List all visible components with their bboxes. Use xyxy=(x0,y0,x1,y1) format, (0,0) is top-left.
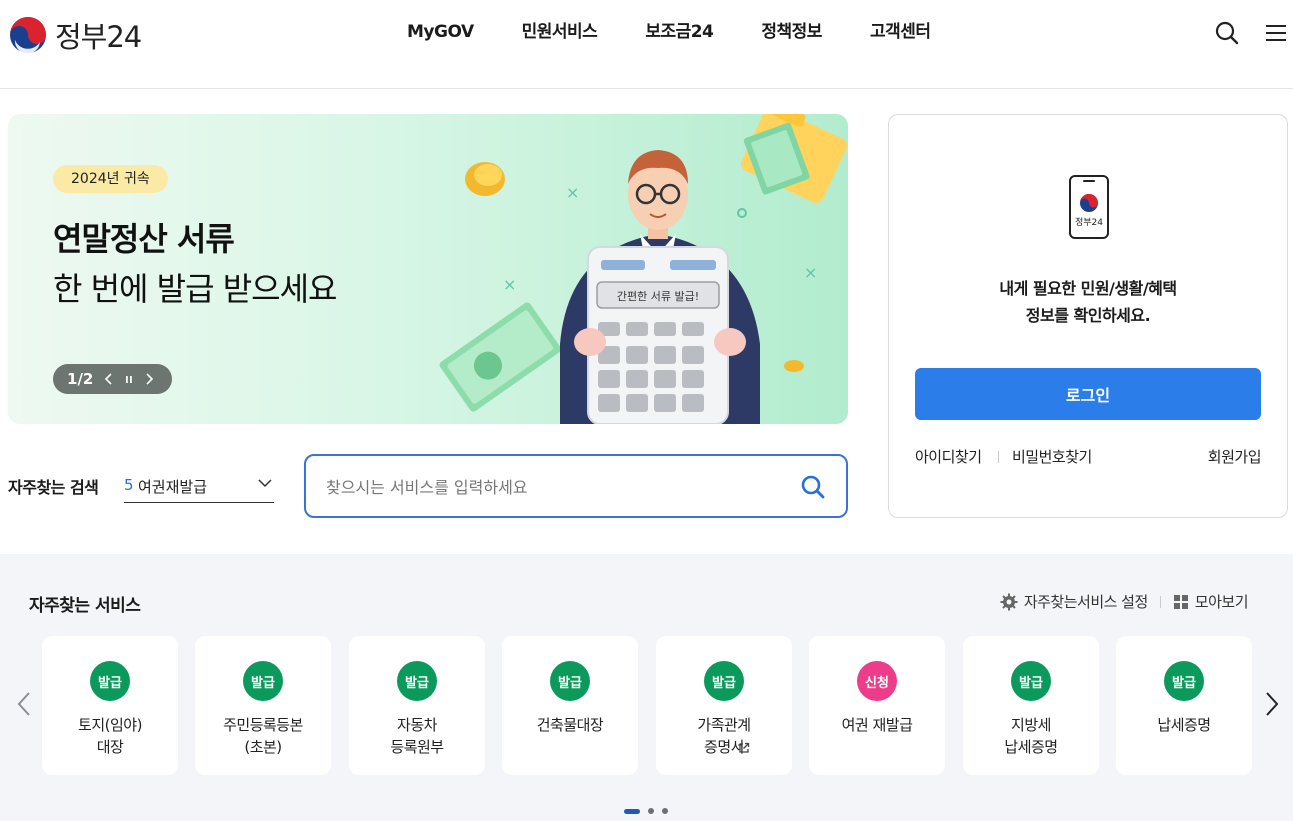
service-card-vehicle-register[interactable]: 발급 자동차 등록원부 xyxy=(349,636,485,775)
services-tools: 자주찾는서비스 설정 모아보기 xyxy=(1000,591,1249,612)
nav-item-subsidy24[interactable]: 보조금24 xyxy=(621,20,737,44)
login-links: 아이디찾기 비밀번호찾기 회원가입 xyxy=(915,446,1262,467)
page: 정부24 MyGOV 민원서비스 보조금24 정책정보 고객센터 × × × 간… xyxy=(0,0,1293,821)
service-badge-issue: 발급 xyxy=(397,661,437,701)
service-card-resident-registration[interactable]: 발급 주민등록등본 (초본) xyxy=(195,636,331,775)
service-label: 납세증명 xyxy=(1157,716,1211,734)
service-badge-issue: 발급 xyxy=(1164,661,1204,701)
banner-pager: 1/2 xyxy=(53,364,172,394)
login-message-line2: 정보를 확인하세요. xyxy=(1025,306,1151,325)
main-nav: MyGOV 민원서비스 보조금24 정책정보 고객센터 xyxy=(383,20,955,44)
svg-text:×: × xyxy=(503,275,516,294)
svg-text:×: × xyxy=(566,183,579,202)
service-card-passport-reissue[interactable]: 신청 여권 재발급 xyxy=(809,636,945,775)
frequent-services: 자주찾는 서비스 자주찾는서비스 설정 모아보기 발급 토지(임야) 대장 발급… xyxy=(0,554,1293,821)
banner-title: 연말정산 서류 xyxy=(53,220,235,258)
calculator-label: 간편한 서류 발급! xyxy=(617,290,699,303)
services-view-all-button[interactable]: 모아보기 xyxy=(1173,591,1249,612)
frequent-search-term: 여권재발급 xyxy=(138,478,208,496)
login-button[interactable]: 로그인 xyxy=(915,368,1261,420)
banner-badge: 2024년 귀속 xyxy=(53,165,168,193)
nav-item-customer-center[interactable]: 고객센터 xyxy=(846,20,955,44)
search-input[interactable] xyxy=(326,474,776,500)
pagination-dot-1[interactable] xyxy=(624,808,640,814)
services-prev-arrow[interactable] xyxy=(14,690,34,718)
service-badge-issue: 발급 xyxy=(1011,661,1051,701)
link-divider xyxy=(998,451,999,463)
find-id-link[interactable]: 아이디찾기 xyxy=(915,446,982,467)
gear-icon xyxy=(1000,593,1018,610)
search-submit-button[interactable] xyxy=(800,474,826,500)
pause-icon xyxy=(126,376,133,383)
login-panel: 정부24 내게 필요한 민원/생활/혜택 정보를 확인하세요. 로그인 아이디찾… xyxy=(888,114,1288,518)
banner-next-button[interactable] xyxy=(139,369,159,389)
frequent-search-rank: 5 xyxy=(124,476,134,494)
login-message-line1: 내게 필요한 민원/생활/혜택 xyxy=(999,279,1177,298)
nav-item-civil-services[interactable]: 민원서비스 xyxy=(498,20,622,44)
search-icon[interactable] xyxy=(1214,20,1240,46)
tools-divider xyxy=(1159,595,1161,608)
service-label: 건축물대장 xyxy=(536,716,604,734)
nav-item-mygov[interactable]: MyGOV xyxy=(383,20,498,44)
service-card-family-certificate[interactable]: 발급 가족관계 증명서 xyxy=(656,636,792,775)
services-view-all-label: 모아보기 xyxy=(1194,593,1249,611)
grid-icon xyxy=(1173,594,1188,609)
services-pagination xyxy=(624,808,676,814)
banner-page-count: 1/2 xyxy=(67,370,94,388)
services-next-arrow[interactable] xyxy=(1262,690,1282,718)
header: 정부24 MyGOV 민원서비스 보조금24 정책정보 고객센터 xyxy=(0,0,1293,89)
logo[interactable]: 정부24 xyxy=(9,14,142,56)
services-settings-button[interactable]: 자주찾는서비스 설정 xyxy=(1000,591,1148,612)
pagination-dot-2[interactable] xyxy=(648,808,654,814)
logo-text: 정부24 xyxy=(55,20,142,54)
service-card-local-tax-certificate[interactable]: 발급 지방세 납세증명 xyxy=(963,636,1099,775)
chevron-right-icon xyxy=(146,373,154,385)
pagination-dot-3[interactable] xyxy=(662,808,668,814)
service-card-building-register[interactable]: 발급 건축물대장 xyxy=(502,636,638,775)
search-icon xyxy=(801,475,825,499)
service-badge-issue: 발급 xyxy=(704,661,744,701)
service-label: 지방세 납세증명 xyxy=(1004,716,1058,756)
chevron-left-icon xyxy=(105,373,112,385)
service-badge-apply: 신청 xyxy=(857,661,897,701)
service-label: 여권 재발급 xyxy=(841,716,913,734)
find-password-link[interactable]: 비밀번호찾기 xyxy=(1012,446,1092,467)
phone-logo-text: 정부24 xyxy=(1075,217,1103,228)
taegeuk-logo-icon xyxy=(10,17,46,54)
svg-text:×: × xyxy=(804,263,817,282)
banner-prev-button[interactable] xyxy=(99,369,119,389)
signup-link[interactable]: 회원가입 xyxy=(1208,446,1262,467)
service-label: 주민등록등본 (초본) xyxy=(223,716,303,756)
service-badge-issue: 발급 xyxy=(90,661,130,701)
frequent-search-dropdown[interactable]: 5 여권재발급 xyxy=(124,468,274,503)
search-box xyxy=(304,454,848,518)
external-link-icon xyxy=(739,742,750,753)
chevron-down-icon xyxy=(258,479,272,488)
service-card-land-register[interactable]: 발급 토지(임야) 대장 xyxy=(42,636,178,775)
services-settings-label: 자주찾는서비스 설정 xyxy=(1023,593,1148,611)
nav-item-policy-info[interactable]: 정책정보 xyxy=(737,20,846,44)
service-badge-issue: 발급 xyxy=(243,661,283,701)
promo-banner[interactable]: × × × 간편한 서류 발급! 2024년 귀속 연말정산 서류 한 번에 발… xyxy=(8,114,848,424)
phone-gov24-icon: 정부24 xyxy=(1069,175,1109,239)
services-title: 자주찾는 서비스 xyxy=(29,596,141,616)
service-label: 토지(임야) 대장 xyxy=(78,716,142,756)
service-label: 가족관계 증명서 xyxy=(697,716,751,756)
service-label: 자동차 등록원부 xyxy=(390,716,444,756)
menu-icon[interactable] xyxy=(1263,20,1289,46)
banner-pause-button[interactable] xyxy=(119,369,139,389)
frequent-search-label: 자주찾는 검색 xyxy=(8,478,99,497)
service-card-tax-certificate[interactable]: 발급 납세증명 xyxy=(1116,636,1252,775)
login-message: 내게 필요한 민원/생활/혜택 정보를 확인하세요. xyxy=(889,275,1287,329)
banner-subtitle: 한 번에 발급 받으세요 xyxy=(53,270,337,308)
service-badge-issue: 발급 xyxy=(550,661,590,701)
